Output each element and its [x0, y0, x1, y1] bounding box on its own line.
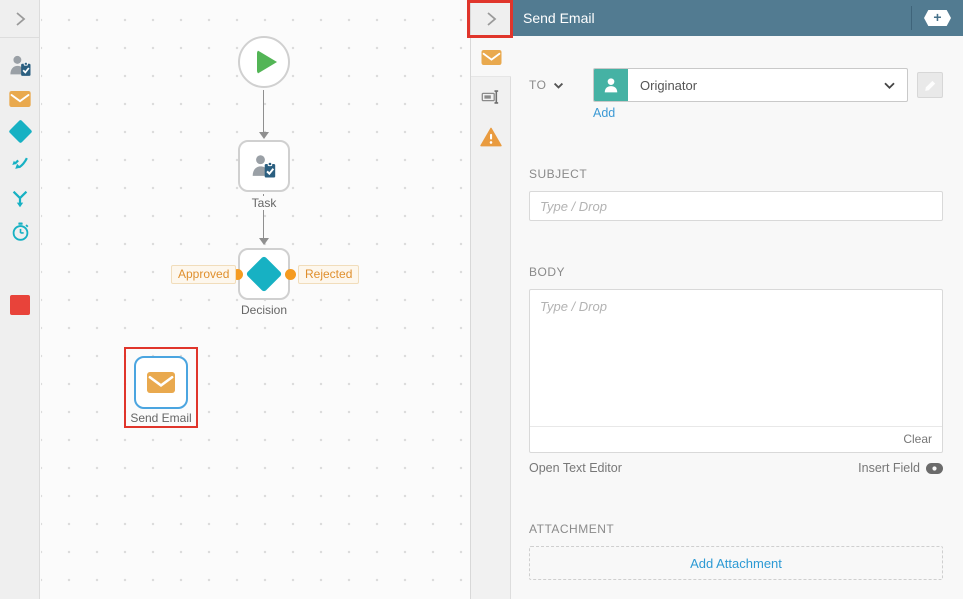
- subject-label: SUBJECT: [529, 167, 588, 181]
- palette-timer-tool[interactable]: [0, 218, 40, 244]
- arrowhead: [259, 238, 269, 245]
- envelope-icon: [481, 49, 501, 65]
- envelope-icon: [9, 91, 31, 107]
- palette-collapse-button[interactable]: [0, 0, 39, 38]
- panel-tabs-inactive-area: [471, 77, 511, 599]
- pencil-icon: [924, 80, 935, 91]
- branch-label-approved[interactable]: Approved: [171, 265, 237, 284]
- send-email-node[interactable]: [134, 356, 188, 409]
- branch-port-right[interactable]: [285, 269, 296, 280]
- add-step-button[interactable]: +: [924, 10, 951, 26]
- header-divider: [911, 6, 912, 30]
- to-field-selector[interactable]: TO: [529, 78, 593, 92]
- originator-avatar: [594, 69, 628, 101]
- palette-decision-tool[interactable]: [0, 118, 40, 144]
- connector-start-task: [263, 90, 264, 132]
- task-node[interactable]: [238, 140, 290, 192]
- person-icon: [604, 78, 618, 93]
- envelope-icon: [147, 372, 175, 393]
- attachment-section: ATTACHMENT Add Attachment: [529, 522, 943, 580]
- decision-diamond-icon: [245, 255, 283, 293]
- user-task-icon: [252, 155, 276, 178]
- chevron-down-icon: [884, 82, 895, 89]
- start-node[interactable]: [238, 36, 290, 88]
- body-links-row: Open Text Editor Insert Field: [529, 461, 943, 475]
- body-input[interactable]: [530, 290, 942, 426]
- chevron-down-icon: [554, 82, 564, 89]
- decision-diamond-icon: [7, 118, 33, 144]
- task-node-label: Task: [238, 196, 290, 210]
- body-footer: Clear: [530, 426, 942, 452]
- decision-node[interactable]: [238, 248, 290, 300]
- play-icon: [256, 50, 277, 74]
- workflow-canvas[interactable]: Task Approved Rejected Decision Send Ema…: [41, 0, 470, 599]
- body-editor: Clear: [529, 289, 943, 453]
- to-selected-value: Originator: [640, 77, 698, 93]
- insert-field-label: Insert Field: [858, 461, 920, 475]
- rename-icon: [481, 90, 498, 104]
- user-task-icon: [9, 55, 30, 76]
- split-arrows-icon: [12, 190, 28, 208]
- subject-input[interactable]: [529, 191, 943, 221]
- tab-email-settings[interactable]: [471, 38, 511, 77]
- to-label: TO: [529, 78, 547, 92]
- panel-content: TO Originator Add SUBJECT Type / Drop BO…: [511, 36, 963, 599]
- timer-icon: [12, 221, 28, 241]
- to-recipient-dropdown[interactable]: Originator: [593, 68, 908, 102]
- subject-section: SUBJECT: [529, 167, 943, 221]
- open-text-editor-link[interactable]: Open Text Editor: [529, 461, 622, 475]
- arrowhead: [259, 132, 269, 139]
- tab-rename[interactable]: [471, 77, 510, 117]
- chevron-right-icon: [486, 11, 496, 26]
- warning-icon: [479, 127, 502, 147]
- palette-task-tool[interactable]: [0, 52, 40, 78]
- to-add-link[interactable]: Add: [593, 106, 615, 120]
- panel-header: Send Email +: [511, 0, 963, 36]
- add-attachment-button[interactable]: Add Attachment: [529, 546, 943, 580]
- tool-palette: [0, 0, 40, 599]
- palette-split-tool[interactable]: [0, 186, 40, 212]
- body-label: BODY: [529, 265, 566, 279]
- config-panel: Send Email + TO Originator Add SUBJECT T…: [470, 0, 963, 599]
- panel-main: Send Email + TO Originator Add SUBJECT T…: [511, 0, 963, 599]
- panel-title: Send Email: [523, 10, 595, 26]
- clear-body-link[interactable]: Clear: [903, 432, 932, 446]
- chevron-right-icon: [15, 11, 25, 26]
- insert-field-icon: [926, 462, 943, 474]
- to-row: TO Originator: [529, 68, 943, 102]
- panel-tabstrip: [471, 0, 511, 599]
- send-email-node-label: Send Email: [127, 411, 195, 425]
- body-section: BODY Clear Open Text Editor Insert Field: [529, 265, 943, 475]
- merge-arrows-icon: [12, 157, 28, 169]
- branch-label-rejected[interactable]: Rejected: [298, 265, 360, 284]
- insert-field-link[interactable]: Insert Field: [858, 461, 943, 475]
- attachment-label: ATTACHMENT: [529, 522, 615, 536]
- tab-warnings[interactable]: [471, 117, 510, 157]
- panel-collapse-button[interactable]: [471, 0, 511, 38]
- edit-recipient-button[interactable]: [917, 72, 943, 98]
- palette-end-tool[interactable]: [0, 292, 40, 318]
- end-stop-icon: [10, 295, 30, 315]
- add-attachment-label: Add Attachment: [690, 555, 782, 571]
- palette-email-tool[interactable]: [0, 86, 40, 112]
- palette-merge-tool[interactable]: [0, 152, 40, 178]
- decision-node-label: Decision: [233, 303, 295, 317]
